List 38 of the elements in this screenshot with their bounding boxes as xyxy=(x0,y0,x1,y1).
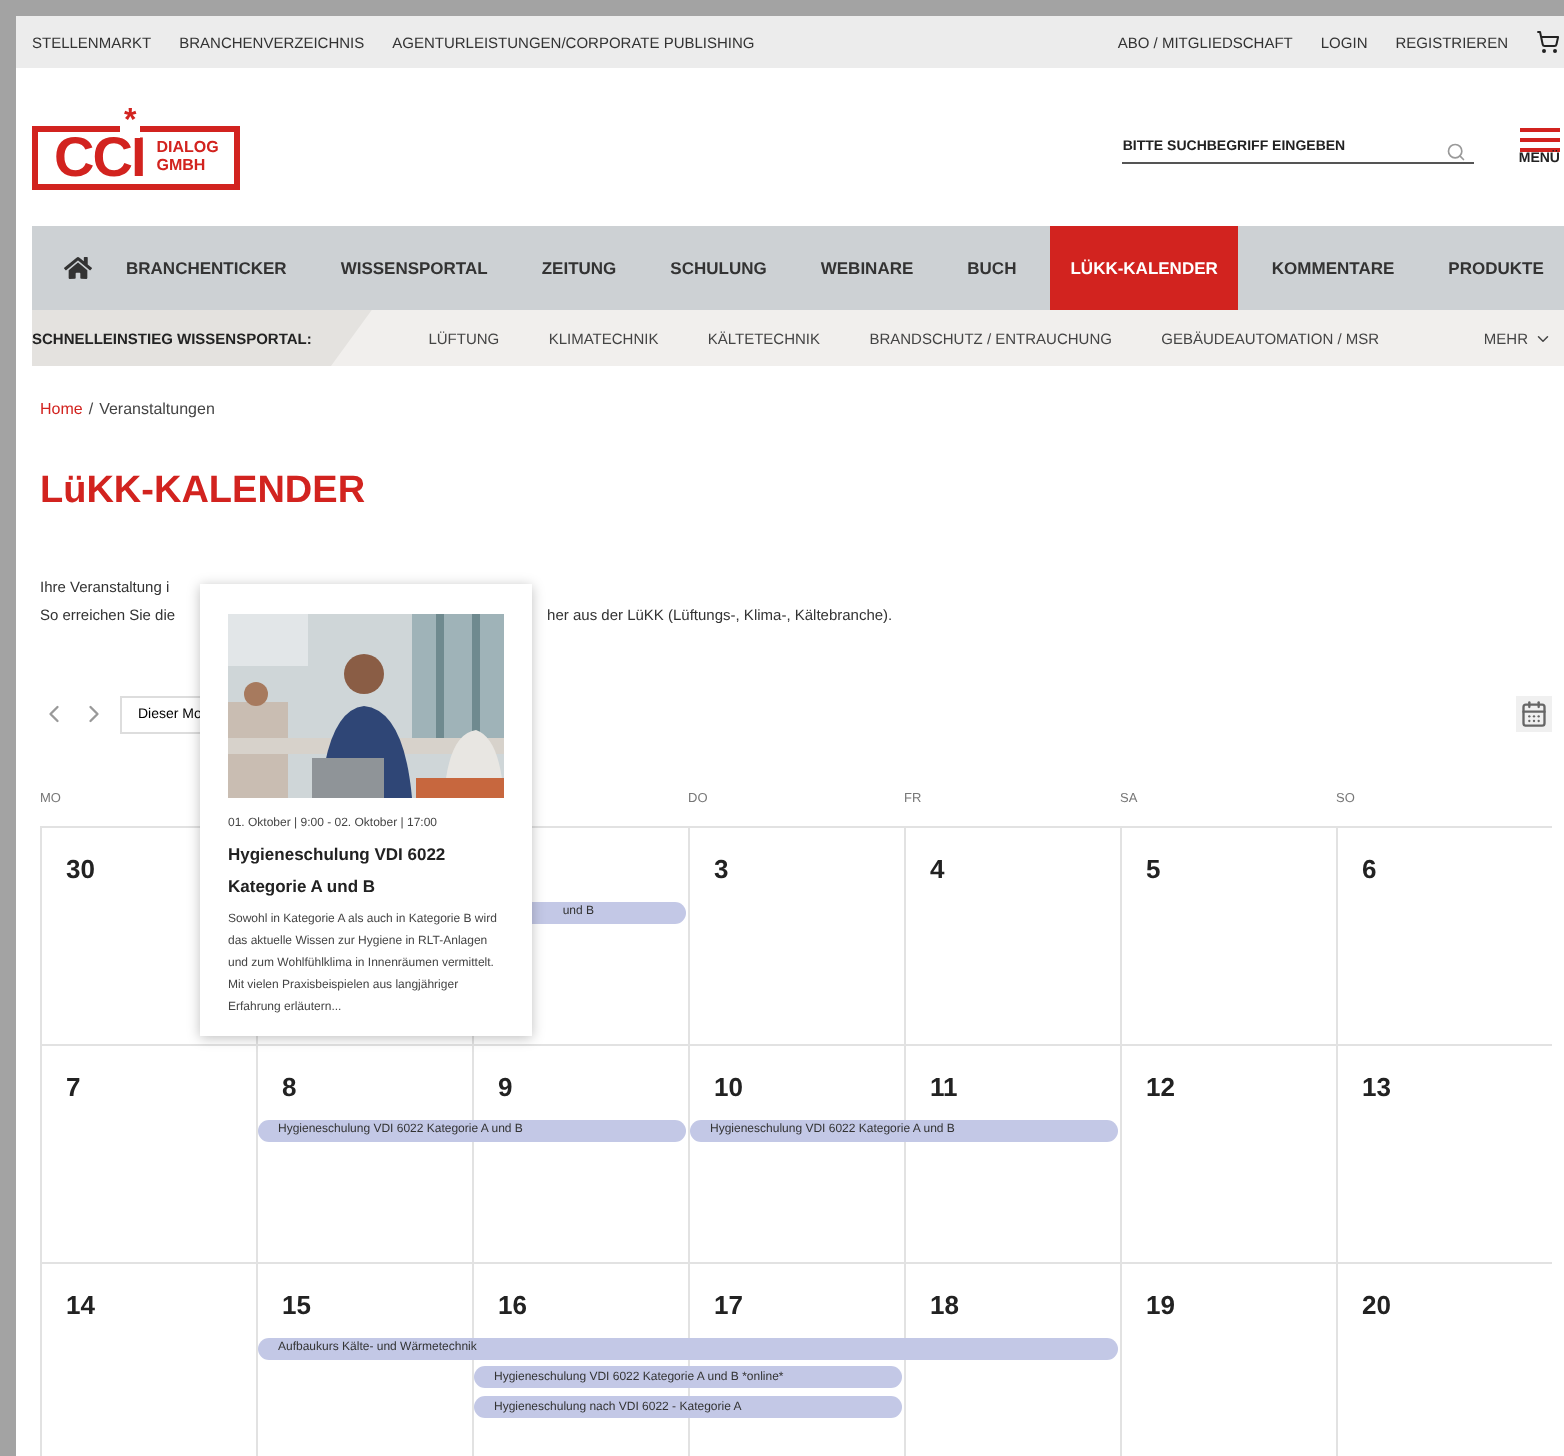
nav-tab[interactable]: WEBINARE xyxy=(800,226,934,310)
day-number[interactable]: 16 xyxy=(498,1290,527,1320)
day-number[interactable]: 8 xyxy=(282,1072,297,1102)
day-number[interactable]: 10 xyxy=(714,1072,743,1102)
nav-tab[interactable]: BRANCHENTICKER xyxy=(106,226,307,310)
breadcrumb-separator: / xyxy=(88,400,94,418)
logo-word: GMBH xyxy=(156,158,208,174)
day-number[interactable]: 14 xyxy=(66,1290,95,1320)
page-title: LüKK-KALENDER xyxy=(40,470,368,514)
day-number[interactable]: 13 xyxy=(1362,1072,1391,1102)
day-number[interactable]: 19 xyxy=(1146,1290,1175,1320)
day-number[interactable]: 7 xyxy=(66,1072,81,1102)
nav-tab[interactable]: ZEITUNG xyxy=(521,226,637,310)
nav-tab[interactable]: BUCH xyxy=(947,226,1037,310)
event-title[interactable]: Hygieneschulung VDI 6022 Kategorie A und B xyxy=(228,838,504,902)
day-number[interactable]: 5 xyxy=(1146,854,1161,884)
day-number[interactable]: 6 xyxy=(1362,854,1377,884)
nav-tab[interactable]: LÜKK-KALENDER xyxy=(1050,226,1238,310)
logo-word: DIALOG xyxy=(156,140,219,156)
search-icon[interactable] xyxy=(1446,141,1467,161)
nav-tab[interactable]: KOMMENTARE xyxy=(1251,226,1415,310)
day-number[interactable]: 9 xyxy=(498,1072,513,1102)
day-number[interactable]: 4 xyxy=(930,854,945,884)
day-number[interactable]: 11 xyxy=(930,1072,958,1102)
day-number[interactable]: 15 xyxy=(282,1290,311,1320)
cart-icon[interactable] xyxy=(1536,30,1560,54)
day-number[interactable]: 18 xyxy=(930,1290,959,1320)
calendar-icon[interactable] xyxy=(1516,696,1552,732)
breadcrumb-current: Veranstaltungen xyxy=(99,400,215,418)
nav-tab[interactable]: WISSENSPORTAL xyxy=(320,226,508,310)
breadcrumb-link[interactable]: Home xyxy=(40,400,83,418)
day-number[interactable]: 17 xyxy=(714,1290,743,1320)
day-number[interactable]: 30 xyxy=(66,854,95,884)
day-number[interactable]: 20 xyxy=(1362,1290,1391,1320)
day-number[interactable]: 3 xyxy=(714,854,729,884)
day-number[interactable]: 12 xyxy=(1146,1072,1175,1102)
nav-tab[interactable]: PRODUKTE xyxy=(1428,226,1564,310)
nav-tab[interactable]: SCHULUNG xyxy=(650,226,787,310)
